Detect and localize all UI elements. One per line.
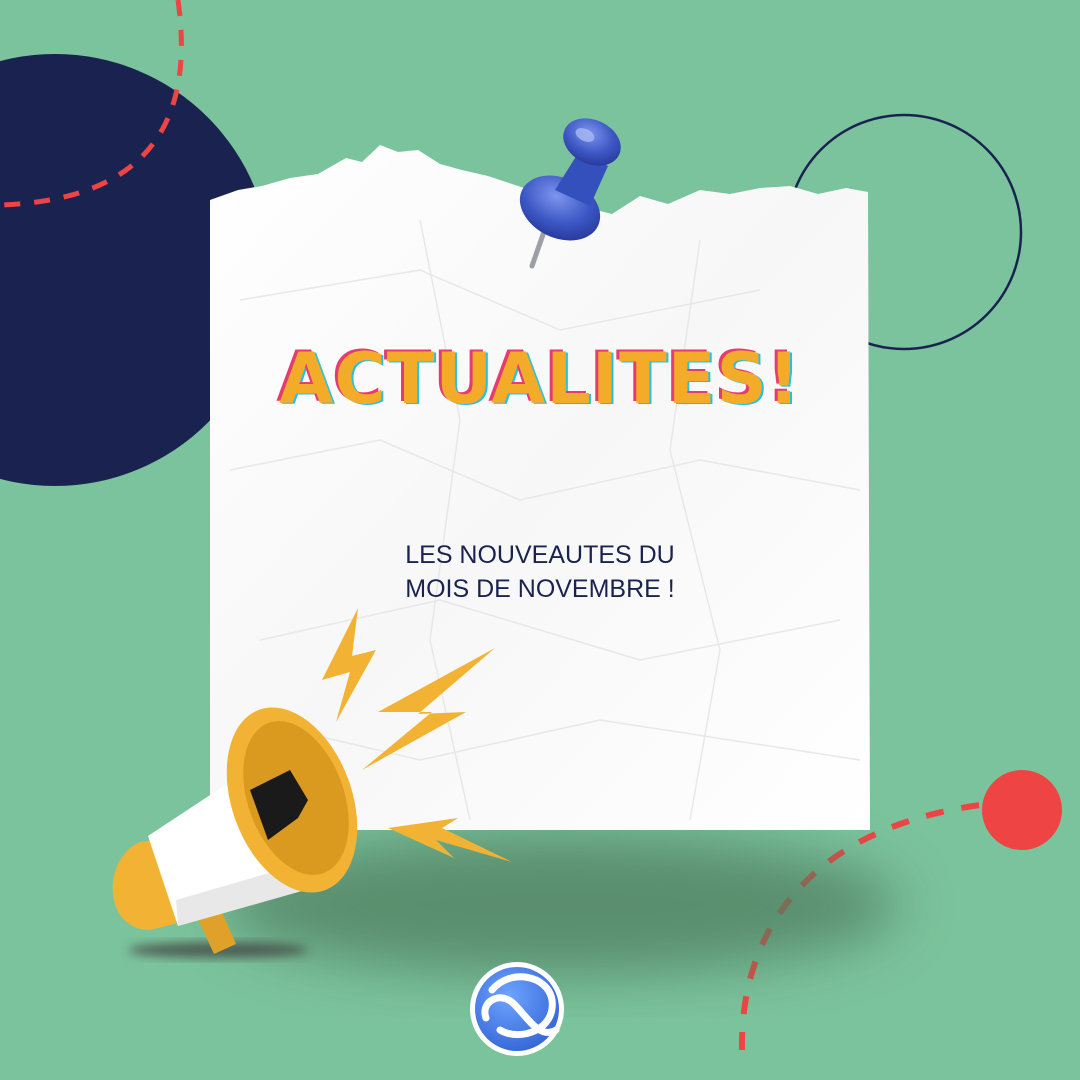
logo-icon — [470, 962, 564, 1056]
poster: ACTUALITES! LES NOUVEAUTES DU MOIS DE NO… — [0, 0, 1080, 1080]
